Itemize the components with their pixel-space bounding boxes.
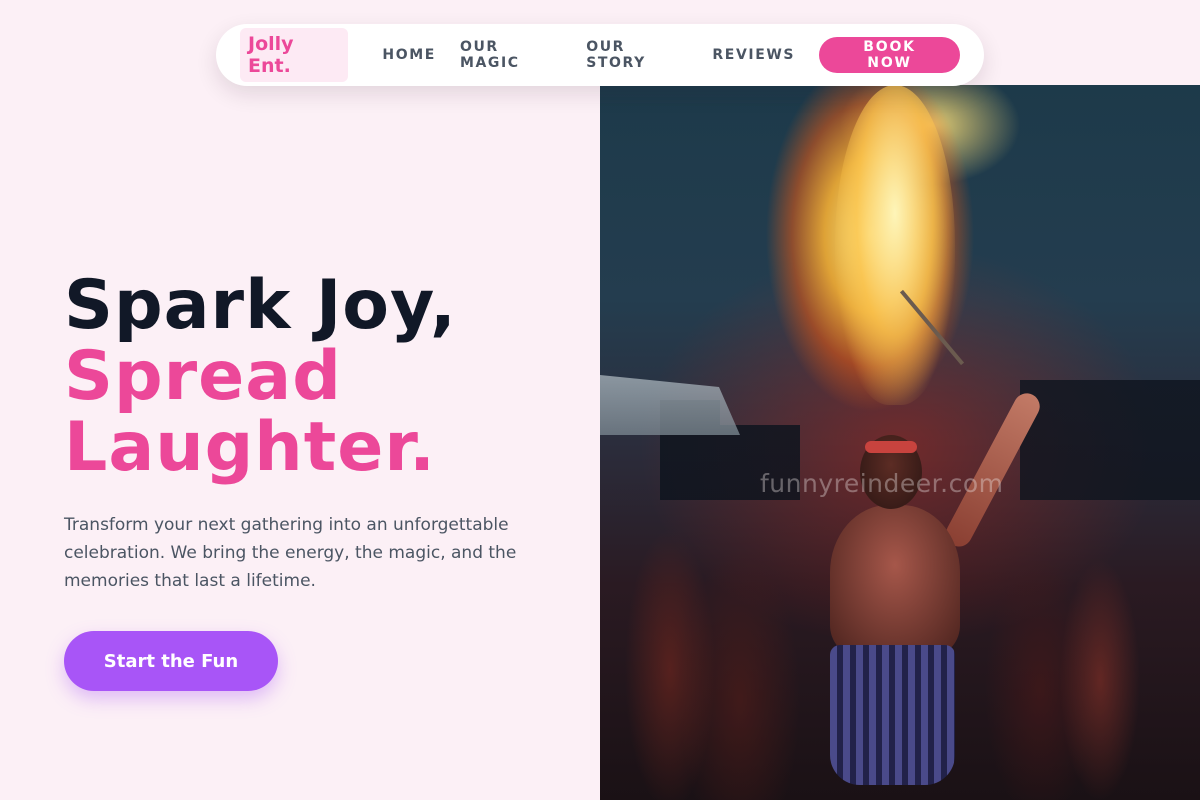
nav-link-our-story[interactable]: OUR STORY [586, 39, 688, 71]
hero-title-line-1: Spark Joy, [64, 266, 457, 345]
tent-canopy [600, 375, 740, 435]
photo-watermark: funnyreindeer.com [760, 469, 1004, 498]
hero-title-line-3: Laughter. [64, 408, 437, 487]
hero-title: Spark Joy, Spread Laughter. [64, 270, 584, 483]
hero-title-line-2: Spread [64, 337, 342, 416]
hero-section: Spark Joy, Spread Laughter. Transform yo… [64, 270, 584, 691]
nav-link-reviews[interactable]: REVIEWS [712, 47, 795, 63]
performer-shorts [830, 645, 955, 785]
start-the-fun-button[interactable]: Start the Fun [64, 631, 278, 691]
performer-bandana [865, 441, 917, 453]
book-now-button[interactable]: BOOK NOW [819, 37, 960, 73]
top-navigation: Jolly Ent. HOME OUR MAGIC OUR STORY REVI… [216, 24, 984, 86]
hero-subtitle: Transform your next gathering into an un… [64, 515, 517, 591]
nav-link-our-magic[interactable]: OUR MAGIC [460, 39, 562, 71]
brand-logo[interactable]: Jolly Ent. [240, 28, 349, 82]
nav-link-home[interactable]: HOME [382, 47, 436, 63]
fire-flame [835, 85, 955, 405]
performer-torso [830, 505, 960, 655]
hero-photo-fire-performer: funnyreindeer.com [600, 85, 1200, 800]
